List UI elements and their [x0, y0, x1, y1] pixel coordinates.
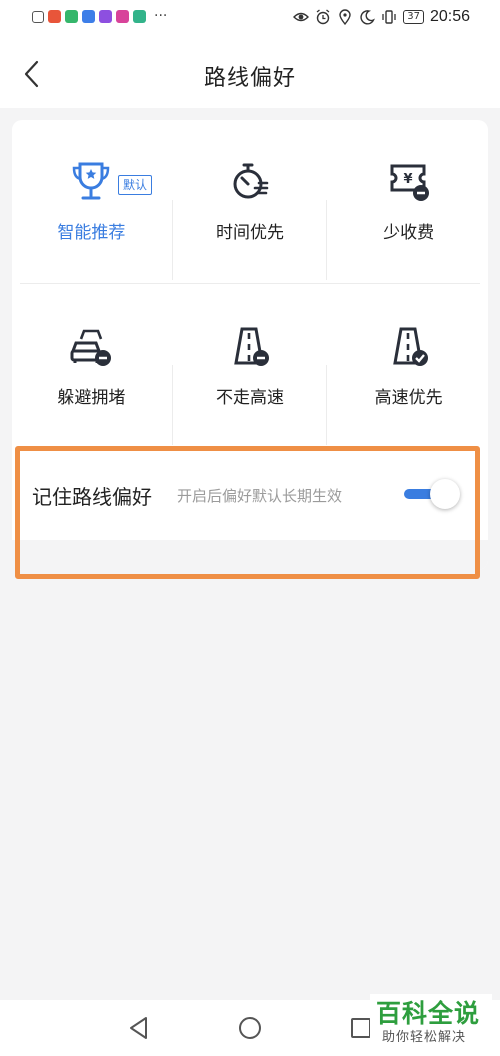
system-icons: 37 20:56 — [293, 8, 470, 26]
header: 路线偏好 — [0, 40, 500, 108]
circle-home-icon[interactable] — [236, 1014, 264, 1042]
option-highway-first[interactable]: 高速优先 — [329, 325, 488, 408]
svg-text:¥: ¥ — [403, 172, 412, 187]
watermark-subtitle: 助你轻松解决 — [382, 1030, 467, 1045]
option-label: 不走高速 — [216, 388, 284, 408]
status-bar: ··· 37 20:56 — [0, 0, 500, 40]
location-icon — [339, 9, 351, 25]
watermark-title: 百科全说 — [376, 999, 481, 1028]
highlight-box — [15, 446, 480, 579]
divider — [172, 365, 173, 445]
red-app-icon — [48, 10, 61, 23]
highway-check-icon — [392, 327, 428, 366]
option-label: 躲避拥堵 — [57, 388, 126, 408]
green-app-icon — [65, 10, 78, 23]
option-label: 少收费 — [383, 223, 435, 243]
toll-ticket-icon: ¥ — [390, 164, 429, 201]
eye-icon — [293, 12, 310, 22]
vibrate-icon — [382, 10, 396, 24]
highway-minus-icon — [234, 327, 269, 366]
option-label: 智能推荐 — [57, 223, 126, 243]
default-badge: 默认 — [118, 175, 153, 195]
divider — [326, 200, 327, 280]
magenta-app-icon — [116, 10, 129, 23]
notification-icons: ··· — [32, 8, 168, 24]
divider — [172, 200, 173, 280]
divider — [20, 283, 480, 284]
option-time-first[interactable]: 时间优先 — [171, 160, 330, 243]
watermark: 百科全说 助你轻松解决 — [370, 994, 492, 1050]
alert-app-icon — [32, 10, 44, 23]
teal-app-icon — [133, 10, 146, 23]
stopwatch-icon — [233, 163, 269, 199]
option-label: 时间优先 — [216, 223, 284, 243]
blue-app-icon — [82, 10, 95, 23]
option-less-toll[interactable]: ¥ 少收费 — [329, 160, 488, 243]
clock: 20:56 — [429, 8, 470, 25]
option-no-highway[interactable]: 不走高速 — [171, 325, 330, 408]
divider — [326, 365, 327, 445]
option-avoid-congestion[interactable]: 躲避拥堵 — [12, 325, 171, 408]
option-label: 高速优先 — [374, 388, 443, 408]
triangle-back-icon[interactable] — [125, 1014, 153, 1042]
options-row-2: 躲避拥堵 不走高速 高速优先 — [12, 325, 488, 445]
option-smart-recommend[interactable]: 智能推荐 默认 — [12, 160, 171, 243]
options-row-1: 智能推荐 默认 时间优先 ¥ 少收费 — [12, 160, 488, 280]
purple-app-icon — [99, 10, 112, 23]
moon-icon — [360, 10, 376, 25]
battery-level: 37 — [403, 10, 424, 24]
more-notifications: ··· — [154, 8, 168, 24]
trophy-star-icon — [73, 162, 110, 200]
alarm-icon — [316, 9, 330, 25]
traffic-cars-icon — [70, 329, 112, 366]
page-title: 路线偏好 — [203, 66, 296, 91]
